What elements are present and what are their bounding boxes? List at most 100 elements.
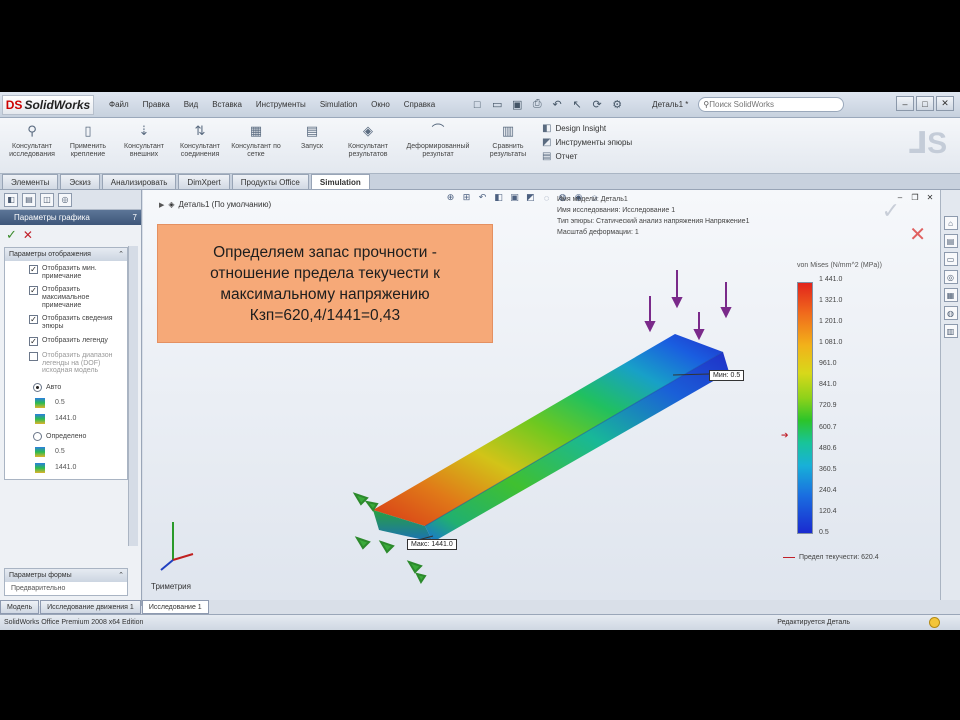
panel-scrollbar[interactable] bbox=[128, 246, 138, 546]
menu-edit[interactable]: Правка bbox=[136, 100, 177, 109]
checkbox-plot-details[interactable]: ✓ Отобразить сведения эпюры bbox=[5, 311, 127, 332]
group-title[interactable]: Параметры отображения ⌃ bbox=[5, 248, 127, 261]
menu-window[interactable]: Окно bbox=[364, 100, 397, 109]
compare-icon: ▥ bbox=[501, 122, 515, 138]
checkbox-legend[interactable]: ✓ Отобразить легенду bbox=[5, 333, 127, 348]
search-pane-icon[interactable]: ◎ bbox=[943, 270, 958, 284]
study-advisor-button[interactable]: ⚲ Консультант исследования bbox=[4, 122, 60, 173]
quick-access-toolbar: □ ▭ ▣ ⎙ ↶ ↖ ⟳ ⚙ bbox=[470, 98, 624, 112]
feature-tree-icon[interactable]: ◧ bbox=[4, 192, 18, 207]
minimize-icon[interactable]: – bbox=[896, 96, 914, 111]
undo-icon[interactable]: ↶ bbox=[550, 98, 564, 112]
help-icon[interactable] bbox=[929, 617, 940, 628]
run-button[interactable]: ▤ Запуск bbox=[284, 122, 340, 173]
auto-max-value: 1441.0 bbox=[5, 410, 127, 426]
search-box[interactable]: ⚲ bbox=[698, 97, 845, 112]
max-annotation[interactable]: Макс: 1441.0 bbox=[407, 539, 457, 550]
yield-line-icon bbox=[783, 557, 795, 558]
resources-icon[interactable]: ⌂ bbox=[943, 216, 958, 230]
rebuild-icon[interactable]: ⟳ bbox=[590, 98, 604, 112]
menu-view[interactable]: Вид bbox=[177, 100, 205, 109]
select-icon[interactable]: ↖ bbox=[570, 98, 584, 112]
tab-dimxpert[interactable]: DimXpert bbox=[178, 174, 230, 189]
beam-top-face bbox=[373, 334, 723, 526]
load-arrow-head bbox=[671, 297, 683, 309]
mesh-advisor-button[interactable]: ▦ Консультант по сетке bbox=[228, 122, 284, 173]
help-number: 7 bbox=[132, 213, 137, 222]
menu-simulation[interactable]: Simulation bbox=[313, 100, 364, 109]
tab-model[interactable]: Модель bbox=[0, 600, 40, 614]
preview-option[interactable]: Предварительно bbox=[5, 582, 127, 595]
load-icon: ⇣ bbox=[138, 122, 150, 138]
magnifier-icon: ⚲ bbox=[27, 122, 37, 138]
fixture-arrow bbox=[354, 536, 371, 550]
configuration-icon[interactable]: ◫ bbox=[40, 192, 54, 207]
save-icon[interactable]: ▣ bbox=[510, 98, 524, 112]
tab-simulation[interactable]: Simulation bbox=[310, 174, 370, 189]
ok-icon[interactable]: ✓ bbox=[6, 227, 17, 243]
open-icon[interactable]: ▭ bbox=[490, 98, 504, 112]
design-insight-button[interactable]: ◧ Design Insight bbox=[542, 123, 632, 134]
min-annotation[interactable]: Мин: 0.5 bbox=[709, 370, 745, 381]
menu-help[interactable]: Справка bbox=[397, 100, 442, 109]
tab-evaluate[interactable]: Анализировать bbox=[101, 174, 177, 189]
checkbox-legend-range[interactable]: Отобразить диапазон легенды на (DOF) исх… bbox=[5, 348, 127, 377]
legend-tick: 120.4 bbox=[819, 507, 837, 515]
property-manager-icon[interactable]: ▤ bbox=[22, 192, 36, 207]
deform-icon: ⌒ bbox=[431, 122, 445, 138]
radio-defined[interactable]: Определено bbox=[5, 426, 127, 443]
file-explorer-icon[interactable]: ▭ bbox=[943, 252, 958, 266]
tab-study-1[interactable]: Исследование 1 bbox=[141, 600, 209, 614]
legend-tick: 720.9 bbox=[819, 402, 837, 410]
defined-min-value[interactable]: 0.5 bbox=[5, 443, 127, 459]
checkbox-icon[interactable]: ✓ bbox=[29, 265, 38, 274]
collapse-icon[interactable]: ⌃ bbox=[118, 569, 124, 582]
checkbox-max-annotation[interactable]: ✓ Отобразить максимальное примечание bbox=[5, 282, 127, 311]
results-advisor-button[interactable]: ◈ Консультант результатов bbox=[340, 122, 396, 173]
view-palette-icon[interactable]: ▦ bbox=[943, 288, 958, 302]
maximize-icon[interactable]: □ bbox=[916, 96, 934, 111]
checkbox-min-annotation[interactable]: ✓ Отобразить мин. примечание bbox=[5, 261, 127, 282]
solidworks-logo[interactable]: DS SolidWorks bbox=[2, 94, 94, 115]
checkbox-icon[interactable] bbox=[29, 351, 38, 361]
options-icon[interactable]: ⚙ bbox=[610, 98, 624, 112]
load-advisor-button[interactable]: ⇣ Консультант внешних bbox=[116, 122, 172, 173]
compare-results-button[interactable]: ▥ Сравнить результаты bbox=[480, 122, 536, 173]
defined-max-value[interactable]: 1441.0 bbox=[5, 459, 127, 479]
close-icon[interactable]: ✕ bbox=[936, 96, 954, 111]
group-title[interactable]: Параметры формы ⌃ bbox=[5, 569, 127, 582]
collapse-icon[interactable]: ⌃ bbox=[118, 248, 124, 261]
new-icon[interactable]: □ bbox=[470, 98, 484, 112]
radio-icon[interactable] bbox=[33, 431, 42, 441]
deformed-result-button[interactable]: ⌒ Деформированный результат bbox=[396, 122, 480, 173]
design-library-icon[interactable]: ▤ bbox=[943, 234, 958, 248]
radio-icon[interactable] bbox=[33, 382, 42, 392]
appearances-icon[interactable]: ◍ bbox=[943, 306, 958, 320]
connection-advisor-button[interactable]: ⇅ Консультант соединения bbox=[172, 122, 228, 173]
yield-strength-legend: Предел текучести: 620.4 bbox=[783, 554, 879, 561]
beam-side-face bbox=[425, 352, 729, 542]
search-input[interactable] bbox=[709, 100, 830, 109]
graphics-area[interactable]: ▶ ◈ Деталь1 (По умолчанию) ⊕ ⊞ ↶ ◧ ▣ ◩ ◌ ◍… bbox=[143, 190, 940, 600]
mesh-icon: ▦ bbox=[249, 122, 263, 138]
radio-auto[interactable]: Авто bbox=[5, 377, 127, 394]
tab-sketch[interactable]: Эскиз bbox=[60, 174, 100, 189]
checkbox-icon[interactable]: ✓ bbox=[29, 286, 38, 296]
tab-office-products[interactable]: Продукты Office bbox=[231, 174, 309, 189]
results-icon: ◈ bbox=[363, 122, 373, 138]
plot-tools-button[interactable]: ◩ Инструменты эпюры bbox=[542, 137, 632, 148]
menu-file[interactable]: Файл bbox=[102, 100, 136, 109]
cancel-icon[interactable]: ✕ bbox=[23, 228, 33, 242]
checkbox-icon[interactable]: ✓ bbox=[29, 336, 38, 346]
tab-motion-study[interactable]: Исследование движения 1 bbox=[40, 600, 141, 614]
print-icon[interactable]: ⎙ bbox=[530, 98, 544, 112]
tab-features[interactable]: Элементы bbox=[2, 174, 59, 189]
menu-tools[interactable]: Инструменты bbox=[249, 100, 313, 109]
report-button[interactable]: ▤ Отчет bbox=[542, 151, 632, 162]
custom-properties-icon[interactable]: ▥ bbox=[943, 324, 958, 338]
checkbox-icon[interactable]: ✓ bbox=[29, 315, 38, 325]
ds-watermark-icon: ⅃S bbox=[908, 127, 948, 160]
dimxpert-icon[interactable]: ◎ bbox=[58, 192, 72, 207]
menu-insert[interactable]: Вставка bbox=[205, 100, 249, 109]
fixture-button[interactable]: ▯ Применить крепление bbox=[60, 122, 116, 173]
